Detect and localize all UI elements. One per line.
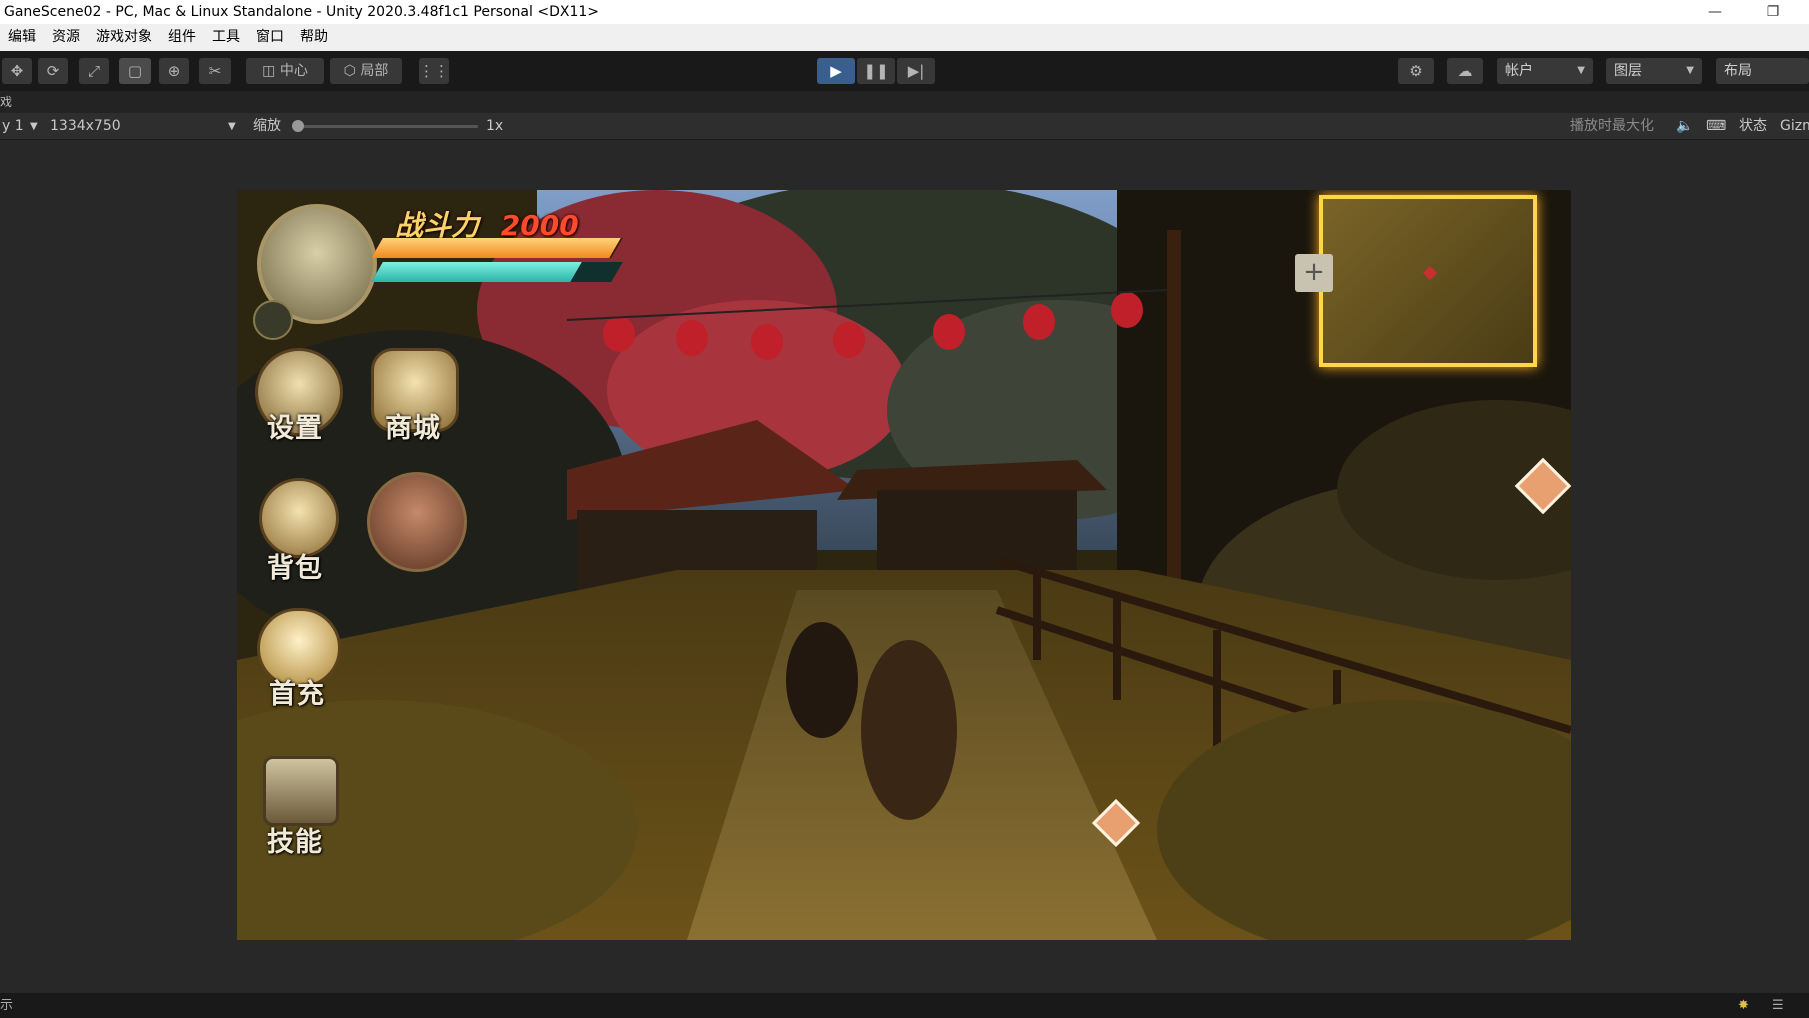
health-bar-fill <box>371 238 621 258</box>
menu-tools[interactable]: 工具 <box>204 24 248 51</box>
scale-label: 缩放 <box>253 118 281 134</box>
game-tab-label[interactable]: 戏 <box>0 95 12 109</box>
menu-component[interactable]: 组件 <box>160 24 204 51</box>
transform-tool-icon[interactable]: ⊕ <box>159 58 189 84</box>
first-charge-label: 首充 <box>269 679 325 710</box>
debug-icon[interactable]: ✸ <box>1738 993 1749 1018</box>
bag-label: 背包 <box>267 553 323 584</box>
scroll-icon <box>263 756 339 826</box>
account-label: 帐户 <box>1505 63 1533 79</box>
chevron-down-icon: ▼ <box>1686 65 1694 76</box>
space-toggle-button[interactable]: ⬡ 局部 <box>330 58 402 84</box>
play-icon: ▶ <box>830 62 842 80</box>
services-gear-icon[interactable]: ⚙ <box>1398 58 1434 84</box>
layers-stack-icon[interactable]: ☰ <box>1772 993 1784 1018</box>
rect-tool-icon[interactable]: ▢ <box>119 58 151 84</box>
account-dropdown[interactable]: 帐户 ▼ <box>1497 58 1593 84</box>
minimap-zoom-button[interactable]: + <box>1295 254 1333 292</box>
temple-icon <box>367 472 467 572</box>
mana-bar-fill <box>371 262 582 282</box>
cloud-icon[interactable]: ☁ <box>1447 58 1483 84</box>
plus-icon: + <box>1303 257 1325 287</box>
menu-help[interactable]: 帮助 <box>292 24 336 51</box>
settings-button[interactable]: 设置 <box>255 348 343 444</box>
chevron-down-icon: ▼ <box>228 121 236 132</box>
play-button[interactable]: ▶ <box>817 58 855 84</box>
shop-button[interactable]: 商城 <box>367 348 463 444</box>
gizmos-toggle[interactable]: Gizm <box>1780 113 1809 140</box>
layers-dropdown[interactable]: 图层 ▼ <box>1606 58 1702 84</box>
layout-dropdown[interactable]: 布局 <box>1716 58 1809 84</box>
status-text: 示 <box>0 998 14 1013</box>
scale-slider-handle[interactable] <box>292 120 304 132</box>
menu-edit[interactable]: 编辑 <box>0 24 44 51</box>
status-bar: 示 ✸ ☰ <box>0 993 1809 1018</box>
bag-button[interactable]: 背包 <box>255 478 343 584</box>
space-label: 局部 <box>360 63 389 79</box>
rotate-tool-icon[interactable]: ⟳ <box>38 58 68 84</box>
pause-button[interactable]: ❚❚ <box>857 58 895 84</box>
window-title: GaneScene02 - PC, Mac & Linux Standalone… <box>4 4 599 20</box>
scale-value: 1x <box>486 118 504 134</box>
pivot-label: 中心 <box>279 63 308 79</box>
layers-label: 图层 <box>1614 63 1642 79</box>
shop-label: 商城 <box>385 413 441 444</box>
game-tab-row: 戏 <box>0 91 1809 113</box>
menu-assets[interactable]: 资源 <box>44 24 88 51</box>
mana-bar-track <box>371 262 623 282</box>
menu-window[interactable]: 窗口 <box>248 24 292 51</box>
cube-icon: ⬡ <box>343 63 356 79</box>
keyboard-icon[interactable]: ⌨ <box>1706 113 1726 140</box>
step-icon: ▶| <box>907 62 925 80</box>
game-viewport[interactable]: 战斗力 2000 设置 商城 背包 首充 技能 + <box>237 190 1571 940</box>
main-toolbar: ✥ ⟳ ⤢ ▢ ⊕ ✂ ◫ 中心 ⬡ 局部 ⋮⋮ ▶ ❚❚ ▶| ⚙ ☁ 帐户 … <box>0 51 1809 91</box>
resolution-dropdown[interactable]: 1334x750 <box>50 113 121 140</box>
menu-bar: 编辑 资源 游戏对象 组件 工具 窗口 帮助 <box>0 24 1809 51</box>
display-dropdown[interactable]: y 1 <box>2 113 24 140</box>
settings-label: 设置 <box>267 413 323 444</box>
window-title-bar: GaneScene02 - PC, Mac & Linux Standalone… <box>0 0 1809 24</box>
grid-snap-icon[interactable]: ⋮⋮ <box>419 58 449 84</box>
pivot-toggle-button[interactable]: ◫ 中心 <box>246 58 324 84</box>
chevron-down-icon: ▼ <box>1577 65 1585 76</box>
custom-tool-icon[interactable]: ✂ <box>199 58 231 84</box>
skills-button[interactable]: 技能 <box>255 756 351 858</box>
scale-tool-icon[interactable]: ⤢ <box>79 58 109 84</box>
menu-gameobject[interactable]: 游戏对象 <box>88 24 160 51</box>
pivot-icon: ◫ <box>262 63 276 79</box>
step-button[interactable]: ▶| <box>897 58 935 84</box>
minimap[interactable] <box>1319 195 1537 367</box>
scale-slider-track[interactable] <box>296 125 478 128</box>
maximize-on-play-toggle[interactable]: 播放时最大化 <box>1570 113 1654 140</box>
pause-icon: ❚❚ <box>863 62 889 80</box>
game-view-toolbar: y 1 ▼ 1334x750 ▼ 缩放 1x 播放时最大化 🔈 ⌨ 状态 Giz… <box>0 113 1809 140</box>
skills-label: 技能 <box>267 827 323 858</box>
layout-label: 布局 <box>1724 63 1752 79</box>
minimize-icon[interactable]: — <box>1698 0 1732 24</box>
mute-audio-icon[interactable]: 🔈 <box>1676 113 1693 140</box>
temple-button[interactable] <box>367 472 467 572</box>
chevron-down-icon: ▼ <box>30 121 38 132</box>
avatar-sub-icon <box>253 300 293 340</box>
move-tool-icon[interactable]: ✥ <box>2 58 32 84</box>
health-bar-track <box>371 238 623 258</box>
restore-icon[interactable]: ❐ <box>1756 0 1790 24</box>
stats-toggle[interactable]: 状态 <box>1739 113 1767 140</box>
first-charge-button[interactable]: 首充 <box>251 608 347 710</box>
